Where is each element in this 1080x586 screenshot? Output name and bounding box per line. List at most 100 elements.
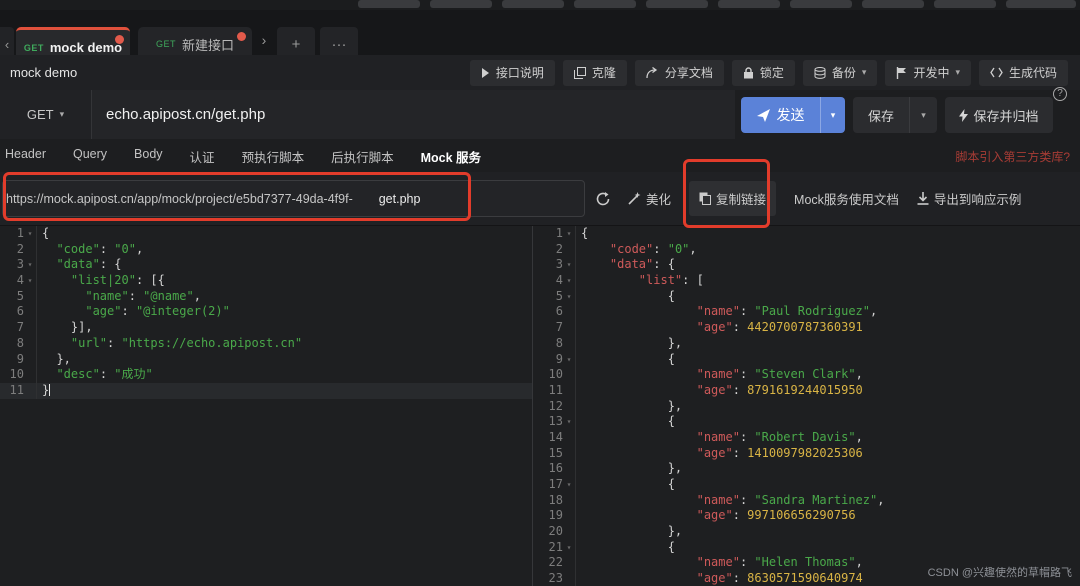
code-text: } (36, 383, 532, 399)
save-archive-button[interactable]: 保存并归档 (945, 97, 1053, 133)
code-line: 12 }, (533, 399, 1079, 415)
share-icon (646, 67, 659, 79)
beautify-button[interactable]: 美化 (628, 189, 671, 208)
cutoff-button (718, 0, 780, 8)
fold-arrow-icon[interactable]: ▾ (563, 477, 575, 493)
code-text: }, (575, 461, 1079, 477)
code-line: 6 "age": "@integer(2)" (0, 304, 532, 320)
chevron-left-icon: ‹ (5, 37, 9, 52)
button-label: 开发中 (913, 64, 949, 81)
tab-header[interactable]: Header (5, 147, 46, 166)
fold-arrow-icon[interactable]: ▾ (563, 414, 575, 430)
url-input[interactable]: echo.apipost.cn/get.php (92, 90, 735, 139)
button-label: 生成代码 (1009, 64, 1057, 81)
unsaved-dot-icon (115, 35, 124, 44)
fold-gutter (563, 399, 575, 415)
method-badge: GET (156, 39, 176, 49)
mock-response-preview[interactable]: 1▾{2 "code": "0",3▾ "data": {4▾ "list": … (533, 226, 1079, 586)
tabs-scroll-right[interactable]: › (256, 32, 272, 48)
method-value: GET (27, 107, 54, 122)
tab-auth[interactable]: 认证 (190, 147, 215, 166)
code-icon (990, 67, 1003, 78)
code-line: 3▾ "data": { (0, 257, 532, 273)
line-number: 1 (0, 226, 24, 242)
line-number: 12 (533, 399, 563, 415)
fold-gutter (563, 493, 575, 509)
tab-mock-service[interactable]: Mock 服务 (421, 147, 481, 166)
mock-docs-link[interactable]: Mock服务使用文档 (794, 189, 899, 208)
line-number: 10 (533, 367, 563, 383)
fold-gutter (563, 320, 575, 336)
fold-arrow-icon[interactable]: ▾ (563, 289, 575, 305)
mock-url-input[interactable]: https://mock.apipost.cn/app/mock/project… (2, 180, 585, 217)
third-party-lib-link[interactable]: 脚本引入第三方类库? (955, 148, 1070, 165)
send-dropdown-button[interactable]: ▾ (820, 97, 845, 133)
code-text: "name": "@name", (36, 289, 532, 305)
tab-body[interactable]: Body (134, 147, 163, 166)
fold-arrow-icon[interactable]: ▾ (563, 352, 575, 368)
method-select[interactable]: GET ▾ (0, 90, 92, 139)
line-number: 15 (533, 446, 563, 462)
generate-code-button[interactable]: 生成代码 (979, 60, 1068, 86)
url-text: echo.apipost.cn/get.php (106, 106, 265, 123)
line-number: 1 (533, 226, 563, 242)
backup-button[interactable]: 备份 ▾ (803, 60, 878, 86)
lock-button[interactable]: 锁定 (732, 60, 795, 86)
cutoff-button (862, 0, 924, 8)
code-text: { (575, 540, 1079, 556)
code-line: 21▾ { (533, 540, 1079, 556)
export-response-button[interactable]: 导出到响应示例 (917, 189, 1022, 208)
backup-stack-icon (814, 67, 826, 79)
fold-arrow-icon[interactable]: ▾ (24, 226, 36, 242)
button-label: 分享文档 (665, 64, 713, 81)
flag-icon (896, 67, 907, 79)
play-icon (481, 68, 490, 78)
mock-docs-label: Mock服务使用文档 (794, 189, 899, 208)
fold-arrow-icon[interactable]: ▾ (24, 273, 36, 289)
fold-gutter (563, 508, 575, 524)
fold-arrow-icon[interactable]: ▾ (563, 273, 575, 289)
plus-icon: + (292, 36, 301, 53)
save-button[interactable]: 保存 (853, 97, 909, 133)
mock-toolbar: https://mock.apipost.cn/app/mock/project… (0, 172, 1080, 225)
send-button[interactable]: 发送 (741, 97, 820, 133)
request-tab-bar: ‹ GET mock demo GET 新建接口 › + ··· (0, 10, 1080, 55)
code-line: 11} (0, 383, 532, 399)
code-text: }, (575, 399, 1079, 415)
method-badge: GET (24, 43, 44, 53)
code-text: "data": { (575, 257, 1079, 273)
code-text: "data": { (36, 257, 532, 273)
cutoff-button (1006, 0, 1076, 8)
line-number: 7 (0, 320, 24, 336)
code-text: "desc": "成功" (36, 367, 532, 383)
share-doc-button[interactable]: 分享文档 (635, 60, 724, 86)
refresh-button[interactable] (596, 192, 610, 206)
code-line: 6 "name": "Paul Rodriguez", (533, 304, 1079, 320)
copy-link-button[interactable]: 复制链接 (689, 181, 776, 216)
code-text: { (575, 226, 1079, 242)
fold-arrow-icon[interactable]: ▾ (563, 257, 575, 273)
code-text: "name": "Steven Clark", (575, 367, 1079, 383)
code-line: 11 "age": 8791619244015950 (533, 383, 1079, 399)
tab-post-script[interactable]: 后执行脚本 (331, 147, 394, 166)
tab-pre-script[interactable]: 预执行脚本 (242, 147, 305, 166)
line-number: 14 (533, 430, 563, 446)
code-text: { (575, 414, 1079, 430)
fold-gutter (563, 242, 575, 258)
fold-arrow-icon[interactable]: ▾ (563, 226, 575, 242)
help-icon[interactable]: ? (1053, 87, 1067, 101)
send-icon (757, 109, 770, 122)
clone-button[interactable]: 克隆 (563, 60, 627, 86)
tab-query[interactable]: Query (73, 147, 107, 166)
line-number: 11 (0, 383, 24, 399)
url-group: GET ▾ echo.apipost.cn/get.php (0, 90, 735, 139)
cutoff-button (574, 0, 636, 8)
fold-arrow-icon[interactable]: ▾ (24, 257, 36, 273)
mock-template-editor[interactable]: 1▾{2 "code": "0",3▾ "data": {4▾ "list|20… (0, 226, 533, 586)
fold-arrow-icon[interactable]: ▾ (563, 540, 575, 556)
status-button[interactable]: 开发中 ▾ (885, 60, 971, 86)
save-label: 保存 (868, 106, 894, 125)
save-dropdown-button[interactable]: ▾ (909, 97, 937, 133)
line-number: 6 (533, 304, 563, 320)
api-doc-button[interactable]: 接口说明 (470, 60, 555, 86)
